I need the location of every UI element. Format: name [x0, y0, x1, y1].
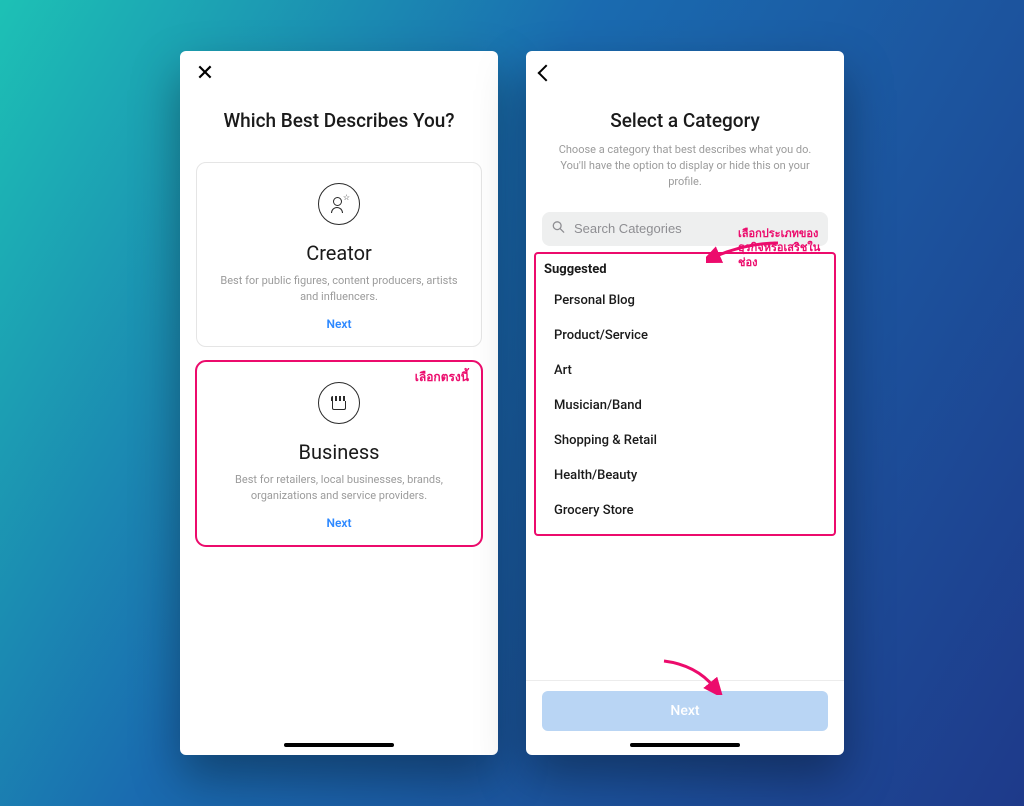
screen-select-category: Select a Category Choose a category that… [526, 51, 844, 755]
card-creator-desc: Best for public figures, content produce… [211, 273, 467, 305]
page-title: Select a Category [526, 109, 844, 132]
category-grocery-store[interactable]: Grocery Store [542, 493, 828, 528]
page-subtitle: Choose a category that best describes wh… [526, 142, 844, 190]
cards-container: Creator Best for public figures, content… [180, 132, 498, 546]
divider [526, 680, 844, 681]
suggested-block: Suggested Personal Blog Product/Service … [536, 254, 834, 534]
screen-describes-you: ✕ Which Best Describes You? Creator Best… [180, 51, 498, 755]
card-creator-title: Creator [211, 241, 467, 265]
search-input[interactable] [542, 212, 828, 246]
category-health-beauty[interactable]: Health/Beauty [542, 458, 828, 493]
search-wrap [542, 212, 828, 246]
page-title: Which Best Describes You? [180, 109, 498, 132]
card-business[interactable]: เลือกตรงนี้ Business Best for retailers,… [196, 361, 482, 546]
creator-icon [318, 183, 360, 225]
annotation-business: เลือกตรงนี้ [415, 370, 469, 386]
arrow-to-next-icon [656, 657, 726, 695]
card-business-next[interactable]: Next [326, 516, 351, 530]
close-icon[interactable]: ✕ [194, 62, 216, 84]
card-creator[interactable]: Creator Best for public figures, content… [196, 162, 482, 347]
category-shopping-retail[interactable]: Shopping & Retail [542, 423, 828, 458]
card-business-title: Business [211, 440, 467, 464]
category-personal-blog[interactable]: Personal Blog [542, 283, 828, 318]
home-indicator [284, 743, 394, 747]
next-button[interactable]: Next [542, 691, 828, 731]
back-icon[interactable] [540, 64, 552, 83]
category-product-service[interactable]: Product/Service [542, 318, 828, 353]
search-icon [552, 220, 565, 237]
suggested-header: Suggested [542, 262, 828, 283]
card-business-desc: Best for retailers, local businesses, br… [211, 472, 467, 504]
topbar: ✕ [180, 51, 498, 95]
topbar [526, 51, 844, 95]
card-creator-next[interactable]: Next [326, 317, 351, 331]
category-musician-band[interactable]: Musician/Band [542, 388, 828, 423]
storefront-icon [318, 382, 360, 424]
category-art[interactable]: Art [542, 353, 828, 388]
home-indicator [630, 743, 740, 747]
